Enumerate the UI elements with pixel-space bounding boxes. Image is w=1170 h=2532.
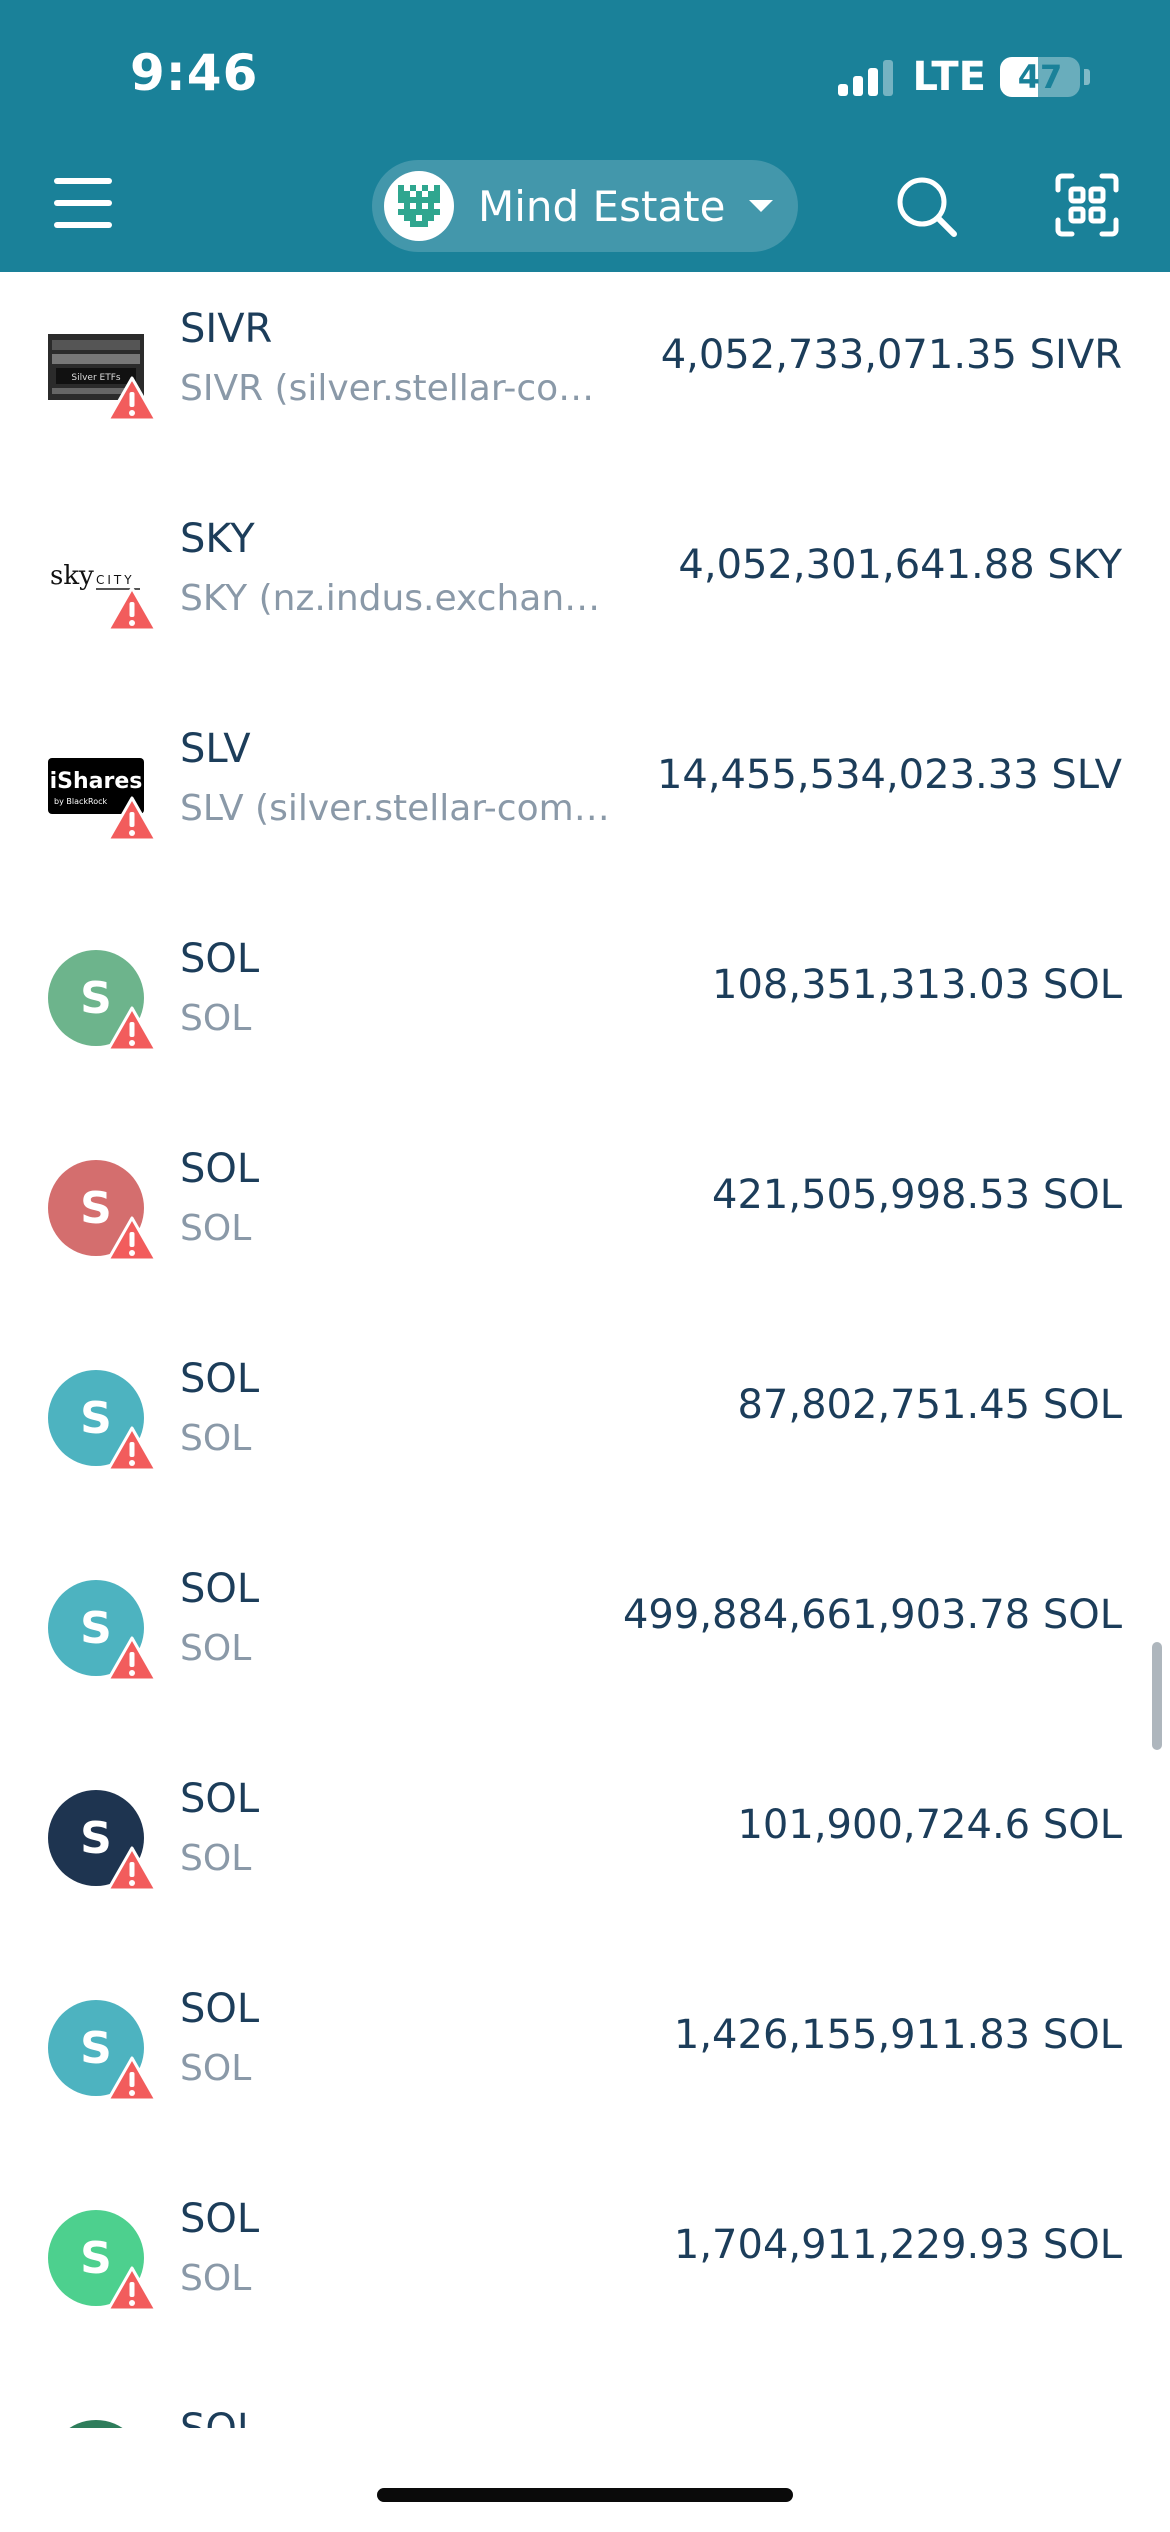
svg-text:CITY: CITY bbox=[96, 573, 135, 587]
asset-row-sol[interactable]: SOL bbox=[0, 2372, 1170, 2428]
asset-amount: 4,052,733,071.35 SIVR bbox=[660, 332, 1122, 378]
battery-level: 47 bbox=[1017, 58, 1063, 96]
asset-amount: 4,052,301,641.88 SKY bbox=[678, 542, 1122, 588]
hamburger-menu-icon[interactable] bbox=[54, 178, 112, 228]
search-icon[interactable] bbox=[892, 172, 962, 242]
svg-text:iShares: iShares bbox=[50, 769, 143, 794]
warning-icon bbox=[106, 1636, 158, 1682]
warning-icon bbox=[106, 796, 158, 842]
asset-issuer: SOL bbox=[180, 1208, 252, 1249]
qr-scan-icon[interactable] bbox=[1054, 172, 1120, 238]
asset-list[interactable]: Silver ETFs SIVR SIVR (silver.stellar-co… bbox=[0, 272, 1170, 2428]
asset-amount: 499,884,661,903.78 SOL bbox=[622, 1592, 1122, 1638]
asset-icon bbox=[48, 2420, 144, 2428]
battery-tip bbox=[1084, 69, 1090, 85]
asset-row-sol[interactable]: S SOL SOL 421,505,998.53 SOL bbox=[0, 1112, 1170, 1322]
svg-text:sky: sky bbox=[50, 561, 94, 591]
asset-row-sol[interactable]: S SOL SOL 108,351,313.03 SOL bbox=[0, 902, 1170, 1112]
asset-code: SOL bbox=[180, 2196, 260, 2242]
network-type: LTE bbox=[912, 54, 986, 100]
asset-issuer: SOL bbox=[180, 1838, 252, 1879]
asset-code: SKY bbox=[180, 516, 255, 562]
asset-row-sol[interactable]: S SOL SOL 1,704,911,229.93 SOL bbox=[0, 2162, 1170, 2372]
battery-icon: 47 bbox=[1000, 57, 1080, 97]
warning-icon bbox=[106, 1216, 158, 1262]
scrollbar[interactable] bbox=[1152, 1642, 1162, 1750]
warning-icon bbox=[106, 2266, 158, 2312]
asset-amount: 1,704,911,229.93 SOL bbox=[673, 2222, 1122, 2268]
chevron-down-icon bbox=[749, 200, 774, 212]
asset-issuer: SOL bbox=[180, 2258, 252, 2299]
status-time: 9:46 bbox=[130, 44, 259, 102]
asset-letter-avatar bbox=[48, 2420, 144, 2428]
warning-icon bbox=[106, 1006, 158, 1052]
asset-amount: 421,505,998.53 SOL bbox=[712, 1172, 1122, 1218]
warning-icon bbox=[106, 2056, 158, 2102]
asset-amount: 14,455,534,023.33 SLV bbox=[656, 752, 1122, 798]
asset-row-sky[interactable]: sky CITY SKY SKY (nz.indus.exchange) 4,0… bbox=[0, 482, 1170, 692]
home-indicator[interactable] bbox=[377, 2488, 793, 2502]
asset-amount: 1,426,155,911.83 SOL bbox=[673, 2012, 1122, 2058]
account-identicon-icon bbox=[384, 171, 454, 241]
asset-row-sol[interactable]: S SOL SOL 1,426,155,911.83 SOL bbox=[0, 1952, 1170, 2162]
asset-code: SOL bbox=[180, 1356, 260, 1402]
warning-icon bbox=[106, 1846, 158, 1892]
asset-row-sol[interactable]: S SOL SOL 101,900,724.6 SOL bbox=[0, 1742, 1170, 1952]
status-indicators: LTE 47 bbox=[837, 52, 1090, 102]
asset-code: SOL bbox=[180, 1776, 260, 1822]
asset-issuer: SOL bbox=[180, 2048, 252, 2089]
account-name: Mind Estate bbox=[478, 181, 726, 231]
asset-issuer: SOL bbox=[180, 1418, 252, 1459]
cellular-signal-icon bbox=[837, 58, 893, 96]
asset-row-sol[interactable]: S SOL SOL 499,884,661,903.78 SOL bbox=[0, 1532, 1170, 1742]
asset-issuer: SKY (nz.indus.exchange) bbox=[180, 578, 620, 619]
warning-icon bbox=[106, 586, 158, 632]
asset-code: SIVR bbox=[180, 306, 273, 352]
asset-issuer: SOL bbox=[180, 998, 252, 1039]
asset-amount: 87,802,751.45 SOL bbox=[737, 1382, 1122, 1428]
account-switcher-button[interactable]: Mind Estate bbox=[372, 160, 798, 252]
asset-row-slv[interactable]: iShares by BlackRock SLV SLV (silver.ste… bbox=[0, 692, 1170, 902]
asset-amount: 101,900,724.6 SOL bbox=[737, 1802, 1122, 1848]
asset-issuer: SLV (silver.stellar-community.org) bbox=[180, 788, 620, 829]
asset-code: SOL bbox=[180, 1566, 260, 1612]
asset-issuer: SOL bbox=[180, 1628, 252, 1669]
asset-code: SOL bbox=[180, 936, 260, 982]
asset-row-sol[interactable]: S SOL SOL 87,802,751.45 SOL bbox=[0, 1322, 1170, 1532]
asset-issuer: SIVR (silver.stellar-community.org) bbox=[180, 368, 620, 409]
asset-amount: 108,351,313.03 SOL bbox=[712, 962, 1122, 1008]
warning-icon bbox=[106, 1426, 158, 1472]
warning-icon bbox=[106, 376, 158, 422]
asset-code: SOL bbox=[180, 1146, 260, 1192]
asset-code: SOL bbox=[180, 1986, 260, 2032]
asset-code: SOL bbox=[180, 2406, 259, 2428]
asset-code: SLV bbox=[180, 726, 251, 772]
asset-row-sivr[interactable]: Silver ETFs SIVR SIVR (silver.stellar-co… bbox=[0, 272, 1170, 482]
svg-text:by BlackRock: by BlackRock bbox=[54, 797, 107, 806]
app-header: 9:46 LTE 47 Mind Estate bbox=[0, 0, 1170, 272]
